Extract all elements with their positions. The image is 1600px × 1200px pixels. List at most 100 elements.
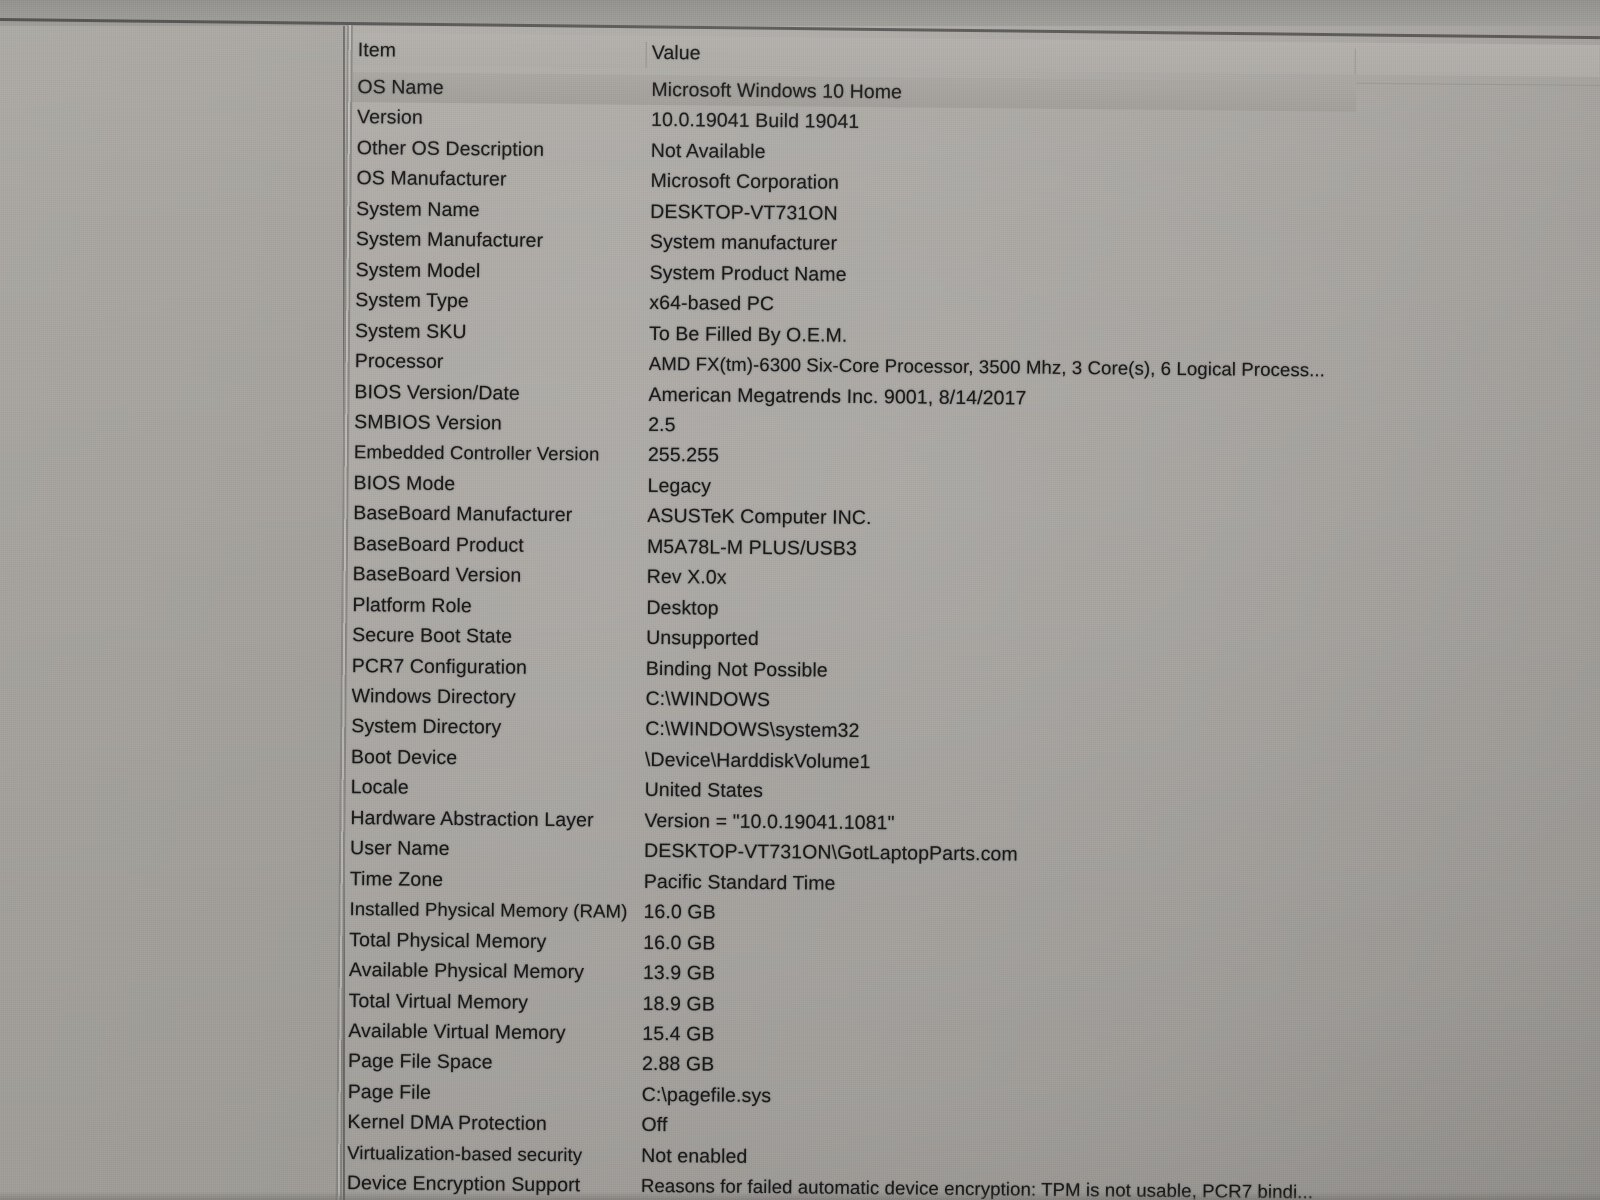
row-item-label: Locale: [350, 776, 409, 799]
row-item-cell[interactable]: Platform Role: [352, 594, 640, 619]
row-item-label: OS Manufacturer: [356, 167, 507, 191]
row-item-cell[interactable]: Processor: [355, 350, 643, 375]
row-value-cell[interactable]: Binding Not Possible: [646, 657, 1576, 688]
row-value-cell[interactable]: Pacific Standard Time: [644, 871, 1574, 902]
row-item-cell[interactable]: Other OS Description: [357, 137, 645, 162]
row-value-cell[interactable]: 15.4 GB: [642, 1023, 1572, 1054]
row-value-label: 10.0.19041 Build 19041: [650, 109, 860, 134]
row-item-cell[interactable]: Version: [357, 107, 645, 132]
row-value-label: United States: [644, 779, 764, 803]
row-value-cell[interactable]: Not enabled: [641, 1145, 1571, 1176]
row-item-cell[interactable]: System Name: [356, 198, 644, 223]
row-item-cell[interactable]: Boot Device: [351, 746, 639, 771]
row-item-cell[interactable]: Time Zone: [350, 868, 638, 893]
row-value-cell[interactable]: Version = "10.0.19041.1081": [644, 810, 1574, 841]
row-item-cell[interactable]: BaseBoard Manufacturer: [353, 502, 641, 527]
row-item-cell[interactable]: Page File Space: [348, 1050, 636, 1075]
row-item-label: System Manufacturer: [355, 228, 544, 253]
row-item-cell[interactable]: SMBIOS Version: [354, 411, 642, 436]
row-item-cell[interactable]: Secure Boot State: [352, 624, 640, 649]
row-value-label: \Device\HarddiskVolume1: [644, 748, 871, 773]
row-item-cell[interactable]: Installed Physical Memory (RAM): [349, 898, 637, 923]
row-item-cell[interactable]: PCR7 Configuration: [352, 655, 640, 680]
row-item-cell[interactable]: Locale: [351, 776, 639, 801]
row-value-label: 2.5: [648, 413, 676, 437]
row-item-cell[interactable]: BIOS Version/Date: [354, 381, 642, 406]
navigation-tree-pane[interactable]: [0, 22, 345, 1200]
row-item-cell[interactable]: OS Manufacturer: [356, 167, 644, 192]
row-item-label: Available Physical Memory: [348, 959, 585, 984]
row-item-label: Secure Boot State: [352, 624, 513, 648]
row-value-cell[interactable]: Microsoft Corporation: [650, 170, 1580, 201]
row-item-label: Hardware Abstraction Layer: [350, 806, 594, 832]
row-item-cell[interactable]: Kernel DMA Protection: [347, 1111, 635, 1136]
row-item-cell[interactable]: Hardware Abstraction Layer: [350, 807, 638, 832]
row-value-cell[interactable]: System Product Name: [650, 262, 1580, 293]
row-item-label: PCR7 Configuration: [351, 654, 528, 679]
column-header-item[interactable]: Item: [358, 39, 397, 61]
row-value-cell[interactable]: Not Available: [651, 140, 1581, 171]
row-value-cell[interactable]: ASUSTeK Computer INC.: [647, 505, 1577, 536]
row-value-label: 18.9 GB: [642, 992, 715, 1016]
row-item-cell[interactable]: System Model: [356, 259, 644, 284]
row-value-cell[interactable]: 13.9 GB: [643, 962, 1573, 993]
row-item-label: Version: [357, 106, 423, 130]
row-item-cell[interactable]: Available Physical Memory: [349, 959, 637, 984]
row-value-cell[interactable]: Legacy: [647, 475, 1577, 506]
row-value-cell[interactable]: 10.0.19041 Build 19041: [651, 109, 1581, 140]
column-divider-item-value[interactable]: [645, 41, 647, 68]
row-value-cell[interactable]: Rev X.0x: [647, 566, 1577, 597]
row-value-cell[interactable]: 2.5: [648, 414, 1578, 445]
row-value-cell[interactable]: 18.9 GB: [643, 992, 1573, 1023]
row-value-label: C:\pagefile.sys: [641, 1083, 772, 1107]
row-item-cell[interactable]: OS Name: [357, 76, 645, 101]
row-value-cell[interactable]: \Device\HarddiskVolume1: [645, 749, 1575, 780]
column-header-value[interactable]: Value: [652, 42, 701, 64]
row-value-cell[interactable]: DESKTOP-VT731ON: [650, 201, 1580, 232]
row-value-cell[interactable]: American Megatrends Inc. 9001, 8/14/2017: [648, 383, 1578, 414]
row-item-label: Platform Role: [352, 593, 472, 617]
row-item-cell[interactable]: Total Virtual Memory: [349, 990, 637, 1015]
row-value-cell[interactable]: x64-based PC: [649, 292, 1579, 323]
row-item-cell[interactable]: Windows Directory: [351, 685, 639, 710]
row-value-cell[interactable]: United States: [645, 779, 1575, 810]
row-item-label: Embedded Controller Version: [353, 441, 600, 465]
row-value-cell[interactable]: C:\WINDOWS\system32: [645, 718, 1575, 749]
row-item-cell[interactable]: System Directory: [351, 716, 639, 741]
row-value-cell[interactable]: 16.0 GB: [643, 931, 1573, 962]
row-value-cell[interactable]: C:\pagefile.sys: [642, 1084, 1572, 1115]
row-item-cell[interactable]: BaseBoard Version: [353, 563, 641, 588]
row-item-cell[interactable]: System SKU: [355, 320, 643, 345]
detail-list-view[interactable]: Item Value OS Name Microsoft Windows 10 H…: [336, 25, 1600, 1200]
row-item-cell[interactable]: Embedded Controller Version: [354, 441, 642, 466]
column-divider-value-end[interactable]: [1354, 48, 1356, 75]
row-value-label: 16.0 GB: [643, 931, 716, 955]
row-value-cell[interactable]: 16.0 GB: [643, 901, 1573, 932]
row-value-cell[interactable]: To Be Filled By O.E.M.: [649, 323, 1579, 354]
row-item-cell[interactable]: System Manufacturer: [356, 228, 644, 253]
row-item-label: Virtualization-based security: [347, 1141, 583, 1166]
row-value-cell[interactable]: C:\WINDOWS: [645, 688, 1575, 719]
row-item-cell[interactable]: BIOS Mode: [353, 472, 641, 497]
row-value-cell[interactable]: DESKTOP-VT731ON\GotLaptopParts.com: [644, 840, 1574, 871]
row-value-label: Version = "10.0.19041.1081": [644, 809, 895, 835]
row-value-cell[interactable]: 2.88 GB: [642, 1053, 1572, 1084]
row-item-cell[interactable]: BaseBoard Product: [353, 533, 641, 558]
row-value-cell[interactable]: Off: [641, 1114, 1571, 1145]
row-item-cell[interactable]: Page File: [348, 1081, 636, 1106]
row-value-cell[interactable]: Desktop: [646, 597, 1576, 628]
row-value-cell[interactable]: AMD FX(tm)-6300 Six-Core Processor, 3500…: [649, 353, 1579, 384]
row-value-cell[interactable]: Unsupported: [646, 627, 1576, 658]
row-item-label: System Model: [355, 258, 481, 282]
row-value-label: DESKTOP-VT731ON\GotLaptopParts.com: [643, 840, 1018, 866]
row-item-cell[interactable]: User Name: [350, 837, 638, 862]
row-value-cell[interactable]: System manufacturer: [650, 231, 1580, 262]
row-value-cell[interactable]: 255.255: [648, 444, 1578, 475]
row-item-cell[interactable]: Virtualization-based security: [347, 1142, 635, 1167]
row-value-label: DESKTOP-VT731ON: [650, 200, 838, 225]
row-item-cell[interactable]: Total Physical Memory: [349, 929, 637, 954]
row-value-label: Not enabled: [641, 1144, 748, 1168]
row-item-cell[interactable]: Available Virtual Memory: [348, 1020, 636, 1045]
row-item-cell[interactable]: System Type: [355, 289, 643, 314]
row-value-cell[interactable]: M5A78L-M PLUS/USB3: [647, 536, 1577, 567]
